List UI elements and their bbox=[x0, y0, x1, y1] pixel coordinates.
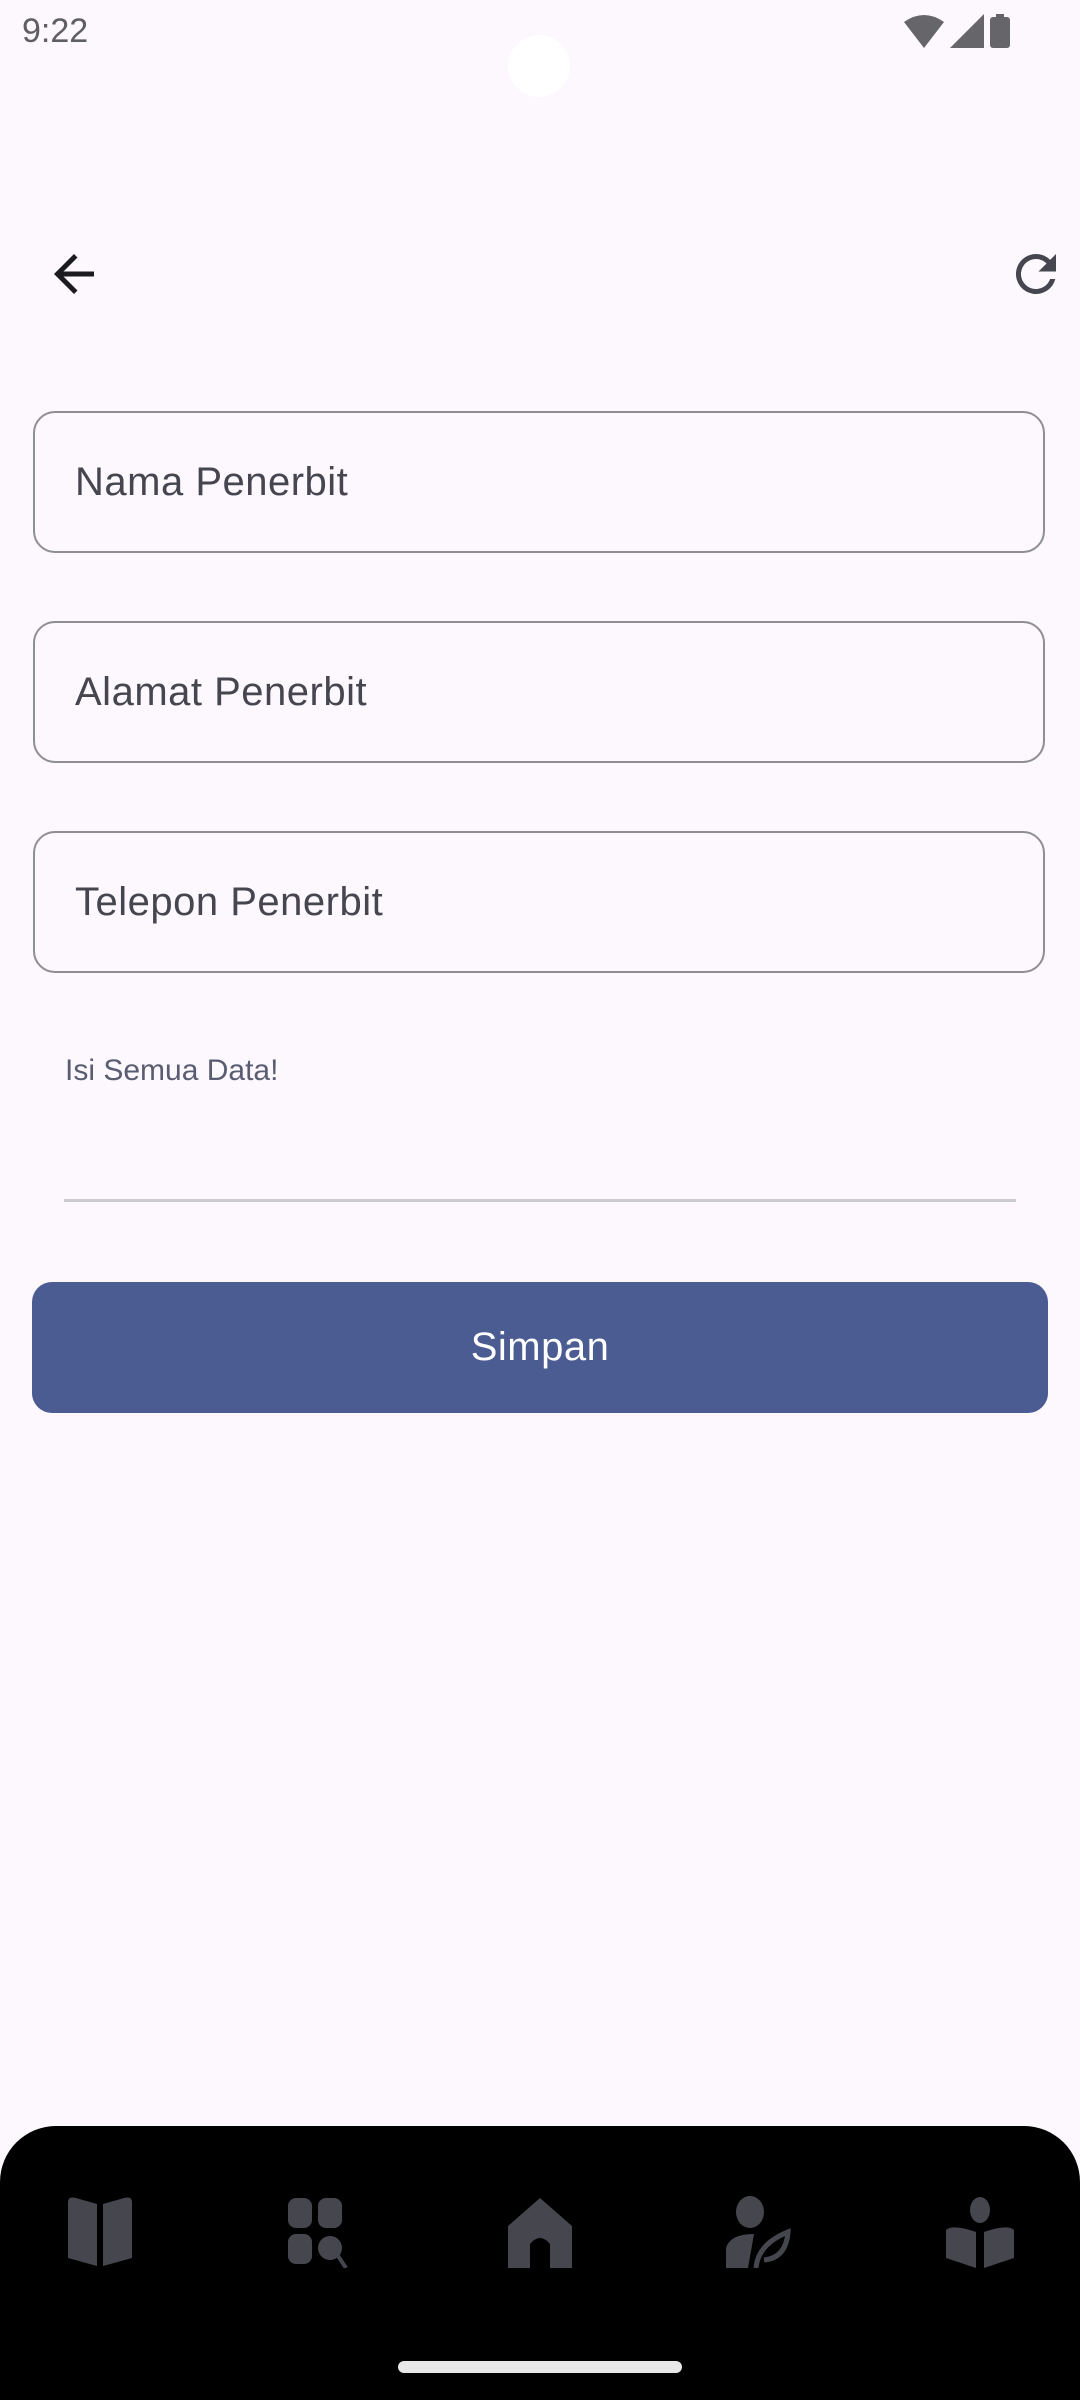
nav-item-authors[interactable] bbox=[724, 2196, 796, 2269]
camera-cutout bbox=[508, 35, 570, 97]
author-icon bbox=[726, 2196, 791, 2269]
nav-item-books[interactable] bbox=[64, 2196, 136, 2268]
category-search-icon bbox=[288, 2198, 348, 2270]
home-icon bbox=[508, 2198, 572, 2268]
helper-text: Isi Semua Data! bbox=[65, 1054, 279, 1087]
publisher-name-input[interactable]: Nama Penerbit bbox=[33, 411, 1045, 553]
publisher-address-input[interactable]: Alamat Penerbit bbox=[33, 621, 1045, 763]
publisher-phone-input[interactable]: Telepon Penerbit bbox=[33, 831, 1045, 973]
status-time: 9:22 bbox=[22, 12, 89, 50]
back-button[interactable] bbox=[44, 244, 104, 304]
signal-icon bbox=[950, 14, 984, 48]
wifi-icon bbox=[904, 15, 944, 48]
divider bbox=[64, 1199, 1016, 1202]
nav-item-home[interactable] bbox=[504, 2196, 576, 2268]
status-icons bbox=[904, 14, 1010, 48]
save-button[interactable]: Simpan bbox=[32, 1282, 1048, 1413]
home-indicator[interactable] bbox=[398, 2361, 682, 2373]
battery-icon bbox=[990, 14, 1010, 48]
book-icon bbox=[68, 2197, 132, 2266]
reader-icon bbox=[946, 2197, 1014, 2268]
nav-item-readers[interactable] bbox=[944, 2196, 1016, 2268]
refresh-icon bbox=[1015, 253, 1056, 294]
nav-item-categories[interactable] bbox=[284, 2196, 356, 2270]
refresh-button[interactable] bbox=[1006, 244, 1066, 304]
arrow-back-icon bbox=[54, 254, 94, 294]
